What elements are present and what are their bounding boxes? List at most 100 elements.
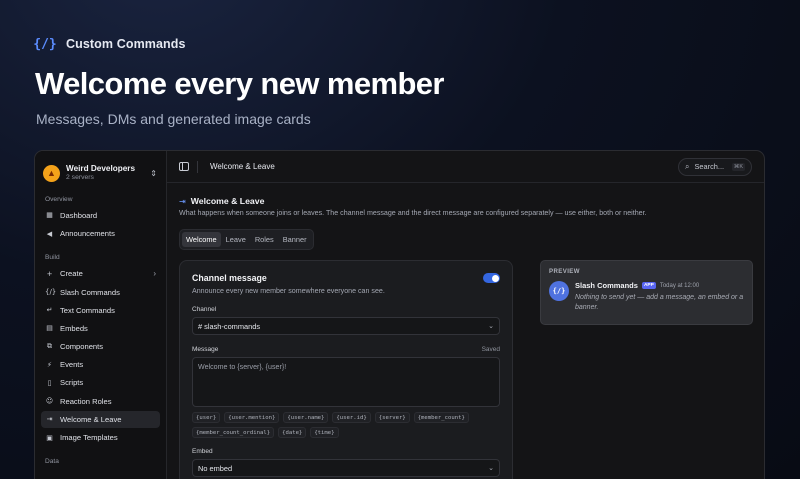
text-command-icon: ↵: [46, 306, 53, 315]
page-title: Welcome & Leave: [190, 196, 265, 206]
sidebar-toggle-icon[interactable]: [179, 162, 189, 171]
topbar: Welcome & Leave ⌕ Search... ⌘K: [167, 151, 764, 183]
section-label-data: Data: [45, 458, 59, 466]
embed-label: Embed: [192, 448, 213, 455]
message-time: Today at 12:00: [659, 282, 700, 289]
tab-welcome[interactable]: Welcome: [182, 232, 221, 247]
sidebar-item-label: Events: [60, 360, 84, 370]
preview-label: PREVIEW: [549, 268, 580, 275]
reaction-icon: ☺: [45, 397, 54, 406]
chevron-down-icon: ⌄: [488, 323, 494, 330]
page-description: What happens when someone joins or leave…: [179, 209, 647, 217]
sidebar-item-text-commands[interactable]: ↵ Text Commands: [41, 301, 160, 319]
sidebar-item-label: Text Commands: [60, 305, 115, 315]
hero-subtitle: Messages, DMs and generated image cards: [36, 111, 311, 127]
card-title: Channel message: [192, 273, 267, 283]
workspace-name: Weird Developers: [66, 163, 136, 173]
welcome-icon: ⇥: [46, 415, 53, 424]
slash-braces-icon: {/}: [45, 288, 57, 296]
sidebar-item-welcome-leave[interactable]: ⇥ Welcome & Leave: [41, 410, 160, 429]
search-shortcut: ⌘K: [731, 162, 745, 171]
components-icon: ⧉: [47, 342, 52, 351]
chevron-right-icon: ›: [153, 269, 156, 279]
sidebar-item-dashboard[interactable]: ▦ Dashboard: [41, 207, 160, 225]
sidebar-item-label: Embeds: [60, 323, 88, 333]
message-status: Saved: [481, 346, 500, 353]
variable-chip[interactable]: {time}: [310, 427, 339, 438]
welcome-icon: ⇥: [179, 196, 186, 206]
sidebar-item-slash-commands[interactable]: {/} Slash Commands: [41, 283, 160, 301]
page-content: ⇥ Welcome & Leave What happens when some…: [167, 196, 764, 250]
channel-label: Channel: [192, 306, 217, 313]
sidebar-item-label: Dashboard: [60, 210, 98, 220]
app-badge: APP: [641, 282, 656, 289]
main-panel: Welcome & Leave ⌕ Search... ⌘K ⇥ Welcome…: [167, 151, 764, 479]
plus-icon: +: [46, 269, 53, 278]
channel-value: # slash-commands: [198, 321, 261, 331]
tab-leave[interactable]: Leave: [222, 232, 250, 247]
section-label-overview: Overview: [45, 196, 73, 203]
variable-chip[interactable]: {user}: [192, 412, 221, 423]
sidebar-item-image-templates[interactable]: ▣ Image Templates: [41, 429, 160, 447]
embed-select[interactable]: No embed ⌄: [192, 459, 500, 477]
sidebar-item-announcements[interactable]: ◀ Announcements: [41, 225, 160, 243]
message-preview: PREVIEW {/} Slash Commands APP Today at …: [540, 260, 753, 325]
sidebar-item-events[interactable]: ⚡ Events: [41, 356, 160, 374]
variable-chip[interactable]: {date}: [278, 427, 307, 438]
chevron-down-icon: ⌄: [488, 465, 494, 472]
variable-chips: {user} {user.mention} {user.name} {user.…: [192, 412, 500, 438]
sidebar-item-embeds[interactable]: ▤ Embeds: [41, 320, 160, 338]
section-label-build: Build: [45, 254, 60, 262]
sidebar-item-label: Create: [60, 269, 83, 279]
search-icon: ⌕: [685, 161, 690, 171]
variable-chip[interactable]: {user.name}: [283, 412, 329, 423]
sidebar-item-components[interactable]: ⧉ Components: [41, 338, 160, 356]
variable-chip[interactable]: {member_count}: [413, 412, 469, 423]
variable-chip[interactable]: {member_count_ordinal}: [192, 427, 275, 438]
code-braces-icon: {/}: [33, 36, 57, 52]
sidebar-item-label: Scripts: [60, 378, 84, 388]
sidebar-item-create[interactable]: + Create ›: [41, 265, 160, 283]
brand: {/} Custom Commands: [33, 35, 186, 53]
sidebar: ▲ Weird Developers 2 servers ⇕ Overview …: [35, 151, 167, 479]
sidebar-item-reaction-roles[interactable]: ☺ Reaction Roles: [41, 392, 160, 410]
workspace-avatar: ▲: [43, 164, 60, 182]
sidebar-item-label: Image Templates: [60, 433, 118, 442]
card-description: Announce every new member somewhere ever…: [192, 287, 385, 295]
message-label: Message: [192, 346, 219, 353]
app-window: ▲ Weird Developers 2 servers ⇕ Overview …: [34, 150, 765, 479]
chevron-up-down-icon: ⇕: [150, 168, 157, 178]
tab-roles[interactable]: Roles: [251, 232, 278, 247]
message-textarea[interactable]: Welcome to {server}, {user}!: [192, 357, 500, 407]
breadcrumb: Welcome & Leave: [210, 162, 275, 171]
sidebar-item-label: Welcome & Leave: [60, 414, 122, 424]
search-placeholder: Search...: [694, 162, 725, 171]
megaphone-icon: ◀: [46, 229, 53, 238]
workspace-count: 2 servers: [66, 173, 94, 181]
divider: [197, 160, 198, 173]
sidebar-item-label: Reaction Roles: [60, 396, 112, 406]
embed-icon: ▤: [46, 324, 53, 333]
script-icon: ▯: [47, 378, 52, 387]
bot-avatar: {/}: [549, 281, 569, 301]
message-text: Nothing to send yet — add a message, an …: [575, 294, 744, 312]
workspace-switcher[interactable]: ▲ Weird Developers 2 servers ⇕: [41, 158, 160, 186]
message-author: Slash Commands: [575, 281, 638, 290]
channel-message-card: Channel message Announce every new membe…: [179, 260, 513, 479]
sidebar-item-scripts[interactable]: ▯ Scripts: [41, 374, 160, 392]
variable-chip[interactable]: {user.id}: [332, 412, 371, 423]
brand-name: Custom Commands: [66, 37, 186, 51]
tab-banner[interactable]: Banner: [279, 232, 311, 247]
bolt-icon: ⚡: [47, 360, 52, 369]
sidebar-item-label: Components: [60, 342, 104, 352]
variable-chip[interactable]: {server}: [374, 412, 410, 423]
channel-message-toggle[interactable]: [483, 273, 500, 283]
variable-chip[interactable]: {user.mention}: [224, 412, 280, 423]
search-input[interactable]: ⌕ Search... ⌘K: [678, 157, 752, 176]
dashboard-icon: ▦: [46, 211, 53, 220]
hero-title: Welcome every new member: [35, 66, 445, 101]
tab-bar: Welcome Leave Roles Banner: [179, 229, 314, 250]
channel-select[interactable]: # slash-commands ⌄: [192, 317, 500, 335]
embed-value: No embed: [198, 463, 233, 473]
sidebar-item-label: Announcements: [60, 229, 115, 239]
